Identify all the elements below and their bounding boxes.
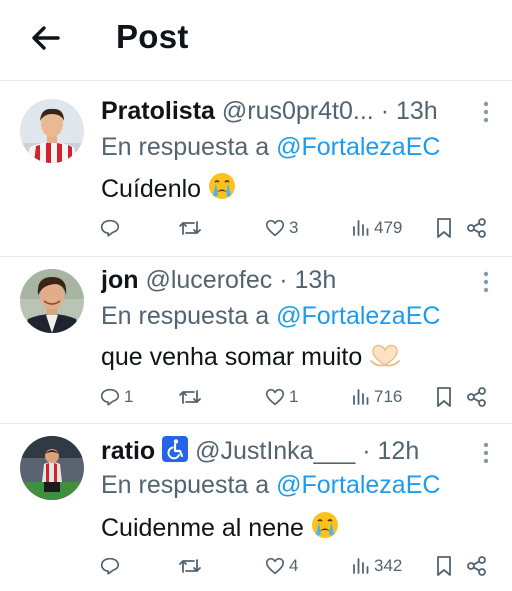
reply-button[interactable]: 1 [99, 385, 133, 409]
like-count: 1 [289, 387, 299, 406]
top-bar: Post [0, 0, 512, 80]
post-text-content: Cuídenlo [101, 175, 202, 203]
post-time[interactable]: · 13h [381, 97, 438, 125]
share-icon [466, 555, 488, 577]
like-button[interactable]: 3 [264, 216, 298, 240]
repost-icon [178, 217, 202, 239]
more-options-icon[interactable] [482, 271, 490, 293]
reply-mention-link[interactable]: @FortalezaEC [276, 471, 440, 499]
more-options-icon[interactable] [482, 442, 490, 464]
display-name[interactable]: Pratolista [101, 97, 215, 125]
reply-context: En respuesta a @FortalezaEC [101, 132, 440, 162]
post-text: Cuidenme al nene [101, 510, 340, 547]
views-button[interactable]: 716 [351, 385, 402, 409]
reply-mention-link[interactable]: @FortalezaEC [276, 302, 440, 330]
post-header: jon @lucerofec · 13h [101, 265, 472, 295]
reply-context: En respuesta a @FortalezaEC [101, 470, 440, 500]
post-text-content: Cuidenme al nene [101, 514, 304, 542]
action-bar: 1 1 716 [96, 385, 496, 409]
user-handle[interactable]: @lucerofec [145, 266, 272, 294]
reply-icon [99, 386, 121, 408]
analytics-icon [351, 556, 371, 576]
share-button[interactable] [466, 554, 488, 578]
repost-button[interactable] [178, 385, 205, 409]
like-count: 3 [289, 218, 299, 237]
post-header: ratio @JustInka___ · 12h [101, 436, 472, 469]
post-time[interactable]: · 13h [279, 266, 336, 294]
back-arrow-icon[interactable] [28, 22, 64, 54]
view-count: 479 [374, 218, 403, 237]
like-button[interactable]: 1 [264, 385, 298, 409]
like-count: 4 [289, 556, 299, 575]
reply-button[interactable] [99, 554, 124, 578]
views-button[interactable]: 479 [351, 216, 402, 240]
avatar[interactable] [20, 99, 84, 163]
repost-button[interactable] [178, 216, 205, 240]
repost-icon [178, 386, 202, 408]
heart-icon [264, 217, 286, 239]
avatar[interactable] [20, 269, 84, 333]
wheelchair-symbol-icon [162, 436, 189, 469]
reply-mention-link[interactable]: @FortalezaEC [276, 133, 440, 161]
avatar[interactable] [20, 436, 84, 500]
bookmark-icon [434, 555, 454, 577]
reply-post[interactable]: jon @lucerofec · 13h En respuesta a @For… [0, 257, 512, 422]
crying-face-emoji-icon [310, 510, 340, 547]
more-options-icon[interactable] [482, 101, 490, 123]
bookmark-button[interactable] [434, 554, 454, 578]
share-icon [466, 386, 488, 408]
post-text: Cuídenlo [101, 171, 237, 208]
reply-post[interactable]: Pratolista @rus0pr4t0... · 13h En respue… [0, 81, 512, 256]
reply-post[interactable]: ratio @JustInka___ · 12h En respuesta a … [0, 424, 512, 591]
reply-button[interactable] [99, 216, 124, 240]
bookmark-icon [434, 217, 454, 239]
view-count: 716 [374, 387, 403, 406]
user-handle[interactable]: @rus0pr4t0... [222, 97, 374, 125]
reply-prefix: En respuesta a [101, 133, 270, 161]
view-count: 342 [374, 556, 403, 575]
reply-context: En respuesta a @FortalezaEC [101, 301, 440, 331]
share-button[interactable] [466, 216, 488, 240]
share-button[interactable] [466, 385, 488, 409]
repost-button[interactable] [178, 554, 205, 578]
reply-prefix: En respuesta a [101, 471, 270, 499]
repost-icon [178, 555, 202, 577]
post-time[interactable]: · 12h [362, 437, 419, 465]
heart-icon [264, 386, 286, 408]
heart-icon [264, 555, 286, 577]
reply-prefix: En respuesta a [101, 302, 270, 330]
views-button[interactable]: 342 [351, 554, 402, 578]
action-bar: 4 342 [96, 554, 496, 578]
reply-icon [99, 555, 121, 577]
post-header: Pratolista @rus0pr4t0... · 13h [101, 96, 472, 126]
analytics-icon [351, 218, 371, 238]
action-bar: 3 479 [96, 216, 496, 240]
crying-face-emoji-icon [207, 171, 237, 208]
page-title: Post [116, 18, 189, 55]
reply-icon [99, 217, 121, 239]
display-name[interactable]: jon [101, 266, 139, 294]
post-text: que venha somar muito [101, 341, 402, 376]
user-handle[interactable]: @JustInka___ [195, 437, 355, 465]
bookmark-button[interactable] [434, 216, 454, 240]
heart-hands-emoji-icon [368, 341, 402, 376]
like-button[interactable]: 4 [264, 554, 298, 578]
post-text-content: que venha somar muito [101, 343, 363, 371]
display-name[interactable]: ratio [101, 437, 155, 465]
analytics-icon [351, 387, 371, 407]
bookmark-button[interactable] [434, 385, 454, 409]
reply-count: 1 [124, 387, 134, 406]
bookmark-icon [434, 386, 454, 408]
share-icon [466, 217, 488, 239]
